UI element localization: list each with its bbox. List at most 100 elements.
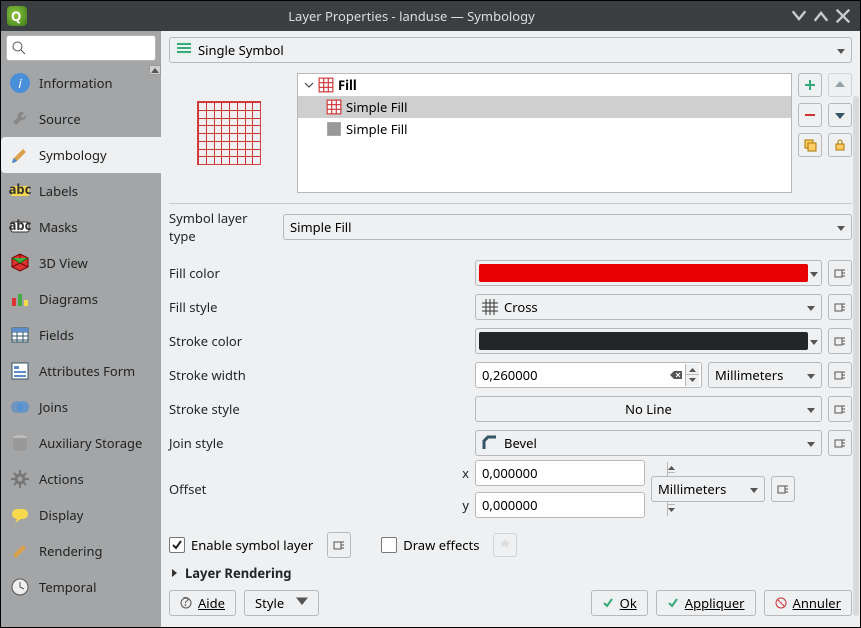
main-scrollbar[interactable] [853,96,859,616]
sidebar-item-label: Attributes Form [39,362,135,380]
fill-style-label: Fill style [169,298,469,316]
sidebar-item-source[interactable]: Source [1,101,161,137]
remove-layer-button[interactable] [798,103,822,127]
stroke-width-spin[interactable] [475,362,702,388]
lock-layer-button[interactable] [828,133,852,157]
fill-style-combo[interactable]: Cross [475,294,822,320]
data-defined-button[interactable] [828,294,852,320]
sidebar-item-actions[interactable]: Actions [1,461,161,497]
titlebar: Layer Properties - landuse — Symbology [1,1,860,31]
sidebar-item-display[interactable]: Display [1,497,161,533]
maximize-button[interactable] [810,5,832,27]
fill-swatch-icon [318,77,334,93]
sidebar-item-fields[interactable]: Fields [1,317,161,353]
sidebar-item-temporal[interactable]: Temporal [1,569,161,605]
offset-y-input[interactable] [482,496,667,514]
sidebar-item-3dview[interactable]: 3D View [1,245,161,281]
combo-value: Millimeters [715,366,783,384]
sidebar-item-label: Actions [39,470,84,488]
sidebar-item-rendering[interactable]: Rendering [1,533,161,569]
move-down-button[interactable] [828,103,852,127]
fill-color-button[interactable] [475,260,822,286]
offset-x-label: x [455,464,469,482]
data-defined-button[interactable] [771,476,795,502]
enable-symbol-layer-checkbox[interactable] [169,537,185,553]
check-icon [602,597,614,609]
sidebar-scroll-handle[interactable] [149,65,161,75]
sidebar-item-attributes-form[interactable]: Attributes Form [1,353,161,389]
chevron-down-icon [750,480,758,498]
solid-swatch-icon [326,121,342,137]
stroke-color-label: Stroke color [169,332,469,350]
clear-icon[interactable] [667,366,685,384]
sidebar-item-information[interactable]: i Information [1,65,161,101]
apply-button[interactable]: Appliquer [656,590,756,616]
stroke-color-button[interactable] [475,328,822,354]
style-button[interactable]: Style [244,590,319,616]
app-icon [7,6,27,26]
cancel-button[interactable]: Annuler [764,590,852,616]
data-defined-button[interactable] [828,328,852,354]
sidebar-item-auxstorage[interactable]: Auxiliary Storage [1,425,161,461]
ok-button[interactable]: Ok [591,590,648,616]
stroke-width-units-combo[interactable]: Millimeters [708,362,822,388]
symbol-layer-tree[interactable]: Fill Simple Fill Simple Fill [297,73,792,193]
sidebar-item-diagrams[interactable]: Diagrams [1,281,161,317]
tooltip-icon [9,504,31,526]
chevron-down-icon [807,298,815,316]
draw-effects-checkbox[interactable] [381,537,397,553]
chevron-down-icon [810,332,818,350]
gear-icon [9,468,31,490]
offset-label: Offset [169,480,449,498]
renderer-combo[interactable]: Single Symbol [169,37,852,63]
sidebar-item-label: Symbology [39,146,107,164]
tree-row-fill[interactable]: Fill [298,74,791,96]
data-defined-button[interactable] [828,362,852,388]
help-icon: ? [180,597,192,609]
add-layer-button[interactable] [798,73,822,97]
join-style-combo[interactable]: Bevel [475,430,822,456]
effects-config-button[interactable] [493,533,517,557]
window-title: Layer Properties - landuse — Symbology [35,7,788,25]
chevron-down-icon [810,264,818,282]
sidebar-item-joins[interactable]: Joins [1,389,161,425]
data-defined-button[interactable] [828,430,852,456]
duplicate-layer-button[interactable] [798,133,822,157]
collapse-icon[interactable] [304,76,314,94]
mask-icon: abc [9,216,31,238]
search-input[interactable] [6,35,156,61]
offset-x-spin[interactable] [475,460,645,486]
tree-label: Fill [338,76,357,94]
minimize-button[interactable] [788,5,810,27]
tree-row-simple-fill-2[interactable]: Simple Fill [298,118,791,140]
offset-y-spin[interactable] [475,492,645,518]
tree-row-simple-fill-1[interactable]: Simple Fill [298,96,791,118]
spin-up[interactable] [686,364,699,375]
close-button[interactable] [832,5,854,27]
sidebar-item-label: Information [39,74,113,92]
sidebar-item-symbology[interactable]: Symbology [1,137,161,173]
enable-symbol-layer-label: Enable symbol layer [191,536,313,554]
offset-x-input[interactable] [482,464,667,482]
stroke-width-input[interactable] [482,366,667,384]
sidebar-item-labels[interactable]: abc Labels [1,173,161,209]
storage-icon [9,432,31,454]
move-up-button[interactable] [828,73,852,97]
sidebar-item-masks[interactable]: abc Masks [1,209,161,245]
stroke-style-combo[interactable]: No Line [475,396,822,422]
spin-up[interactable] [668,462,675,473]
crosshatch-swatch-icon [326,99,342,115]
render-icon [9,540,31,562]
data-defined-button[interactable] [828,396,852,422]
data-defined-button[interactable] [828,260,852,286]
chart-icon [9,288,31,310]
chevron-down-icon [837,41,845,59]
spin-down[interactable] [686,375,699,386]
layer-rendering-header[interactable]: Layer Rendering [169,564,852,582]
spin-down[interactable] [668,505,675,516]
offset-units-combo[interactable]: Millimeters [651,476,765,502]
svg-text:abc: abc [9,180,31,198]
symbol-layer-type-combo[interactable]: Simple Fill [283,214,852,240]
data-defined-button[interactable] [327,532,351,558]
help-button[interactable]: ? Aide [169,590,236,616]
